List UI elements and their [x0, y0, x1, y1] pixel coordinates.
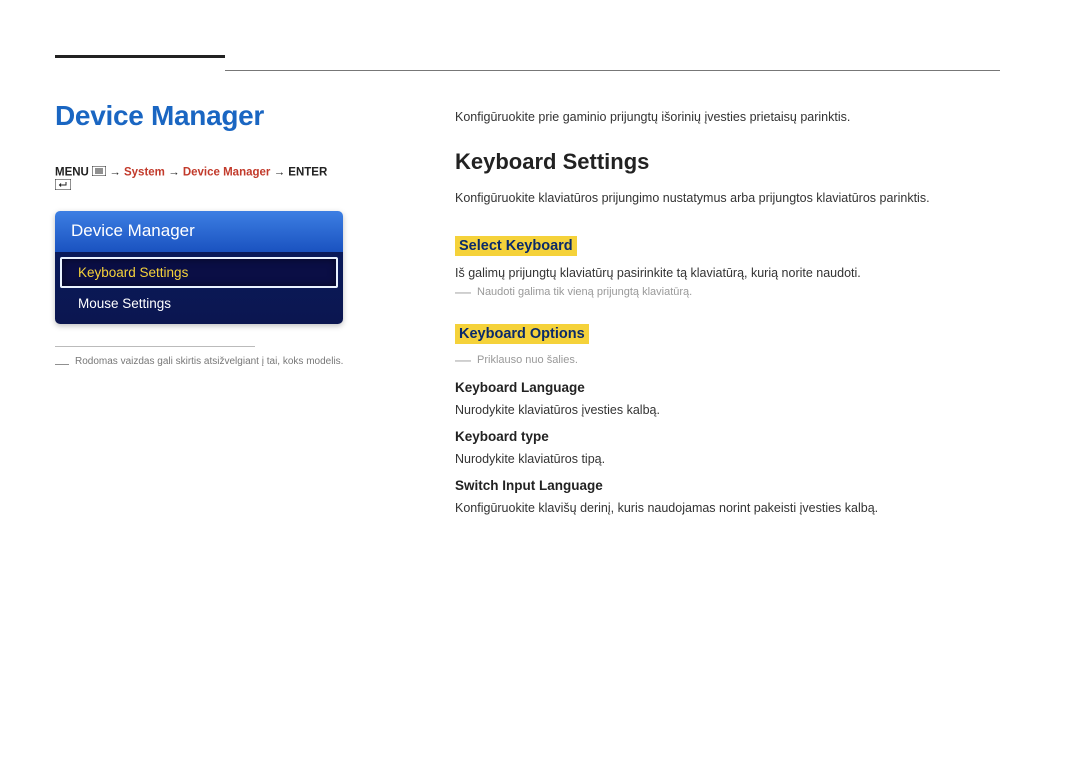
select-keyboard-note: ― Naudoti galima tik vieną prijungtą kla…: [455, 286, 1000, 300]
keyboard-options-note: ― Priklauso nuo šalies.: [455, 354, 1000, 368]
breadcrumb-arrow: →: [274, 167, 286, 179]
menu-item-keyboard-settings[interactable]: Keyboard Settings: [60, 257, 338, 288]
heading-keyboard-type: Keyboard type: [455, 429, 1000, 444]
menu-item-mouse-settings[interactable]: Mouse Settings: [60, 288, 338, 319]
page-title: Device Manager: [55, 100, 345, 132]
keyboard-type-desc: Nurodykite klaviatūros tipą.: [455, 452, 1000, 466]
note-dash-icon: ―: [455, 354, 471, 368]
breadcrumb-device-manager: Device Manager: [183, 167, 271, 179]
heading-keyboard-settings: Keyboard Settings: [455, 149, 1000, 175]
left-column: Device Manager MENU → System → Device Ma…: [55, 100, 345, 521]
page-container: Device Manager MENU → System → Device Ma…: [0, 0, 1080, 561]
menu-icon: [92, 166, 106, 179]
breadcrumb-menu: MENU: [55, 167, 89, 179]
select-keyboard-note-text: Naudoti galima tik vieną prijungtą klavi…: [477, 286, 692, 300]
columns: Device Manager MENU → System → Device Ma…: [55, 100, 1000, 521]
keyboard-options-note-text: Priklauso nuo šalies.: [477, 354, 578, 368]
keyboard-settings-desc: Konfigūruokite klaviatūros prijungimo nu…: [455, 189, 1000, 208]
menu-panel: Device Manager Keyboard Settings Mouse S…: [55, 211, 343, 324]
right-column: Konfigūruokite prie gaminio prijungtų iš…: [455, 100, 1000, 521]
heading-select-keyboard: Select Keyboard: [455, 236, 577, 256]
menu-panel-header: Device Manager: [55, 211, 343, 252]
note-dash-icon: ―: [55, 356, 69, 370]
heading-keyboard-options: Keyboard Options: [455, 324, 589, 344]
switch-input-language-desc: Konfigūruokite klavišų derinį, kuris nau…: [455, 501, 1000, 515]
heading-keyboard-language: Keyboard Language: [455, 380, 1000, 395]
note-dash-icon: ―: [455, 286, 471, 300]
keyboard-language-desc: Nurodykite klaviatūros įvesties kalbą.: [455, 403, 1000, 417]
breadcrumb-system: System: [124, 167, 165, 179]
enter-icon: [55, 179, 71, 193]
breadcrumb-arrow: →: [168, 167, 180, 179]
menu-panel-body: Keyboard Settings Mouse Settings: [55, 252, 343, 324]
breadcrumb: MENU → System → Device Manager → ENTER: [55, 166, 345, 193]
intro-text: Konfigūruokite prie gaminio prijungtų iš…: [455, 108, 1000, 127]
breadcrumb-enter: ENTER: [288, 167, 327, 179]
header-rule-thick: [55, 55, 225, 58]
select-keyboard-desc: Iš galimų prijungtų klaviatūrų pasirinki…: [455, 266, 1000, 280]
left-divider: [55, 346, 255, 347]
header-rule: [225, 70, 1000, 71]
model-note: ― Rodomas vaizdas gali skirtis atsižvelg…: [55, 355, 345, 370]
breadcrumb-arrow: →: [109, 167, 121, 179]
heading-switch-input-language: Switch Input Language: [455, 478, 1000, 493]
model-note-text: Rodomas vaizdas gali skirtis atsižvelgia…: [75, 355, 343, 370]
